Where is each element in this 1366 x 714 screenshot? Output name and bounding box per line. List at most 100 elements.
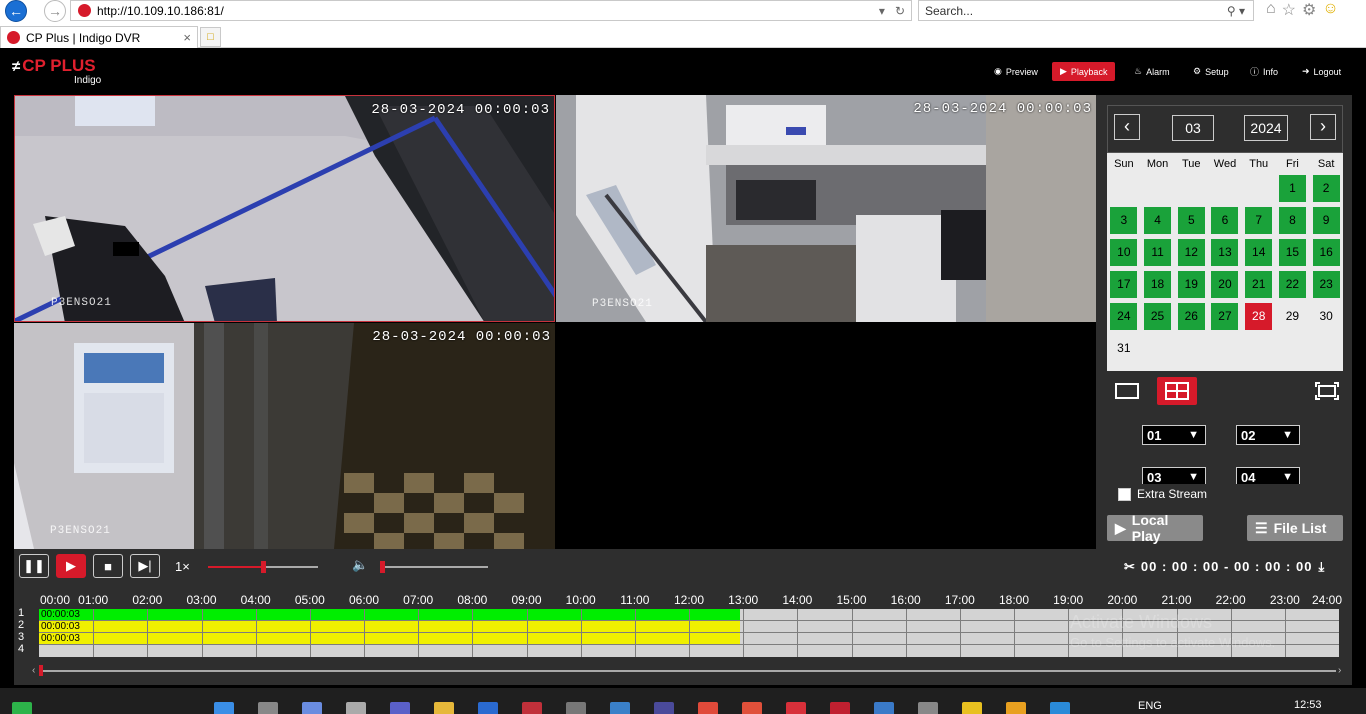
pause-button[interactable]: ❚❚ [19,554,49,578]
app-icon[interactable] [654,702,674,714]
calendar-day-4[interactable]: 4 [1141,207,1175,234]
calendar-day-22[interactable]: 22 [1276,271,1310,298]
calendar-day-15[interactable]: 15 [1276,239,1310,266]
chevron-left-icon[interactable]: ‹ [1114,114,1140,140]
extra-stream-checkbox[interactable] [1118,487,1131,501]
address-dropdown-icon[interactable]: ▾ [879,4,885,18]
speed-slider-thumb[interactable] [261,561,266,573]
channel-select-1[interactable]: 01 ▼ [1142,425,1206,445]
video-cell-4[interactable] [556,323,1096,549]
calendar-month-field[interactable]: 03 [1172,115,1214,141]
app-icon[interactable] [918,702,938,714]
calendar-year-field[interactable]: 2024 [1244,115,1288,141]
app-icon[interactable] [786,702,806,714]
calendar-day-17[interactable]: 17 [1107,271,1141,298]
calendar-day-8[interactable]: 8 [1276,207,1310,234]
forward-arrow-icon[interactable]: → [44,0,66,22]
calendar-day-23[interactable]: 23 [1309,271,1343,298]
calendar-day-21[interactable]: 21 [1242,271,1276,298]
close-tab-icon[interactable]: × [183,30,197,45]
calendar-day-12[interactable]: 12 [1174,239,1208,266]
calendar-day-16[interactable]: 16 [1309,239,1343,266]
video-cell-1[interactable]: 28-03-2024 00:00:03 P3ENSO21 [14,95,555,322]
back-arrow-icon[interactable]: ← [5,0,27,22]
menu-info[interactable]: ⓘ Info [1242,62,1286,81]
calendar-day-29[interactable]: 29 [1276,303,1310,330]
scissors-icon[interactable]: ✂ [1124,559,1135,575]
home-icon[interactable]: ⌂ [1266,0,1276,20]
outlook-icon[interactable] [478,702,498,714]
start-icon[interactable] [214,702,234,714]
search-icon[interactable]: ⚲ ▾ [1227,4,1253,18]
local-play-button[interactable]: ▶ Local Play [1107,512,1203,544]
calendar-day-10[interactable]: 10 [1107,239,1141,266]
calendar-day-11[interactable]: 11 [1141,239,1175,266]
calendar-day-31[interactable]: 31 [1107,335,1141,362]
calendar-day-3[interactable]: 3 [1107,207,1141,234]
settings-gear-icon[interactable]: ⚙ [1302,0,1316,20]
channel-select-2[interactable]: 02 ▼ [1236,425,1300,445]
volume-slider[interactable] [380,561,488,573]
menu-logout[interactable]: ➜ Logout [1294,62,1349,81]
widget-icon[interactable] [12,702,32,714]
video-cell-3[interactable]: 28-03-2024 00:00:03 P3ENSO21 [14,323,555,549]
menu-preview[interactable]: ◉ Preview [986,62,1046,81]
calendar-day-28[interactable]: 28 [1242,303,1276,330]
file-list-button[interactable]: ☰ File List [1247,515,1343,541]
favorites-star-icon[interactable]: ☆ [1282,0,1296,20]
quad-view-icon[interactable] [1157,377,1197,405]
extra-stream-option[interactable]: Extra Stream [1118,487,1207,501]
calendar-day-1[interactable]: 1 [1276,175,1310,202]
calendar-day-18[interactable]: 18 [1141,271,1175,298]
download-icon[interactable]: ⤓ [1318,559,1324,575]
file-icon[interactable] [346,702,366,714]
scroll-right-icon[interactable]: › [1338,665,1341,676]
copilot-icon[interactable] [302,702,322,714]
refresh-icon[interactable]: ↻ [895,4,905,18]
calendar-day-13[interactable]: 13 [1208,239,1242,266]
app-icon[interactable] [742,702,762,714]
browser-tab[interactable]: CP Plus | Indigo DVR × [0,26,198,48]
timeline-scrollbar[interactable]: ‹ › [32,665,1352,677]
clock[interactable]: 12:53 [1294,699,1322,711]
settings-taskbar-icon[interactable] [566,702,586,714]
app-icon[interactable] [830,702,850,714]
folder-icon[interactable] [434,702,454,714]
search-taskbar-icon[interactable] [258,702,278,714]
volume-slider-thumb[interactable] [380,561,385,573]
calendar-day-24[interactable]: 24 [1107,303,1141,330]
smiley-feedback-icon[interactable]: ☺ [1322,0,1338,20]
timeline-tracks[interactable]: 00:00:03 00:00:03 00:00:03 [39,609,1339,657]
app-icon[interactable] [522,702,542,714]
next-frame-button[interactable]: ▶| [130,554,160,578]
app-icon[interactable] [610,702,630,714]
teams-icon[interactable] [390,702,410,714]
calendar-day-26[interactable]: 26 [1174,303,1208,330]
scroll-left-icon[interactable]: ‹ [32,665,35,676]
calendar-day-30[interactable]: 30 [1309,303,1343,330]
calendar-day-27[interactable]: 27 [1208,303,1242,330]
timeline-scroll-thumb[interactable] [39,665,43,676]
calendar-day-5[interactable]: 5 [1174,207,1208,234]
single-view-icon[interactable] [1107,377,1147,405]
chevron-right-icon[interactable]: › [1310,114,1336,140]
menu-setup[interactable]: ⚙ Setup [1185,62,1237,81]
app-icon[interactable] [1006,702,1026,714]
address-url[interactable]: http://10.109.10.186:81/ [97,4,224,18]
menu-alarm[interactable]: ♨ Alarm [1126,62,1178,81]
video-cell-2[interactable]: 28-03-2024 00:00:03 P3ENSO21 [556,95,1096,322]
calendar-day-2[interactable]: 2 [1309,175,1343,202]
calendar-day-19[interactable]: 19 [1174,271,1208,298]
calendar-day-7[interactable]: 7 [1242,207,1276,234]
new-tab-button[interactable]: □ [200,27,221,47]
browser-search-input[interactable]: Search... ⚲ ▾ [918,0,1254,21]
app-icon[interactable] [874,702,894,714]
volume-icon[interactable]: 🔈 [352,557,368,573]
address-bar[interactable]: http://10.109.10.186:81/ ▾ ↻ [70,0,912,21]
stop-button[interactable]: ■ [93,554,123,578]
language-indicator[interactable]: ENG [1138,700,1162,712]
chrome-icon[interactable] [698,702,718,714]
calendar-day-25[interactable]: 25 [1141,303,1175,330]
fullscreen-icon[interactable] [1307,377,1347,405]
calendar-day-14[interactable]: 14 [1242,239,1276,266]
